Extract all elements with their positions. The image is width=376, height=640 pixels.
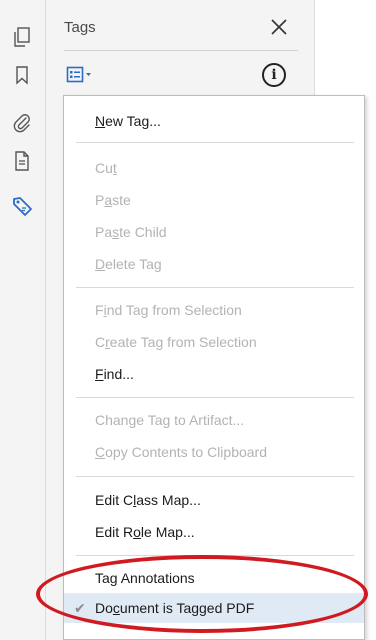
menu-item-label-post: eate Tag from Selection [109,334,257,350]
bookmark-icon[interactable] [8,61,36,89]
info-button[interactable]: i [262,63,286,87]
menu-item-label-pre: Edit R [95,524,134,540]
menu-item-label-u: D [95,256,106,272]
menu-item-edit-role-map[interactable]: Edit Role Map... [64,517,364,547]
options-context-menu: New Tag... Cut Paste Paste Child Delete … [63,95,365,640]
menu-item-label-post: ew Tag... [105,113,161,129]
menu-item-label-pre: Cu [95,160,113,176]
attachment-icon[interactable] [8,109,36,137]
document-properties-icon[interactable] [8,147,36,175]
menu-item-label-u: g [109,570,118,586]
menu-item-find[interactable]: Find... [64,359,364,389]
panel-title: Tags [64,19,96,36]
close-button[interactable] [268,16,290,38]
menu-item-delete-tag: Delete Tag [64,249,364,279]
menu-item-label-u: a [104,192,113,208]
menu-item-label-post: te Child [119,224,167,240]
options-menu-icon [66,66,91,83]
menu-separator [76,287,354,288]
menu-item-label-u: c [112,600,120,616]
menu-item-label-post: nd Tag from Selection [106,302,242,318]
menu-item-label-u: o [133,524,141,540]
menu-separator [76,476,354,477]
menu-item-new-tag[interactable]: New Tag... [64,106,364,136]
menu-item-tag-annotations[interactable]: Tag Annotations [64,563,364,593]
menu-item-label-pre: Ta [95,570,110,586]
menu-item-label-pre: C [95,334,106,350]
menu-item-label-post: ste [112,192,131,208]
menu-item-label-pre: P [95,192,105,208]
menu-item-label-post: Annotations [117,570,195,586]
menu-item-label-pre: Do [95,600,113,616]
menu-item-label-u: N [95,113,106,129]
menu-item-document-is-tagged-pdf[interactable]: ✔ Document is Tagged PDF [64,593,364,623]
menu-item-create-tag-from-selection: Create Tag from Selection [64,327,364,357]
menu-item-label-post: elete Tag [105,256,162,272]
menu-item-cut: Cut [64,153,364,183]
title-divider [64,50,298,51]
menu-item-copy-contents-to-clipboard: Copy Contents to Clipboard [64,437,364,467]
checkmark-icon: ✔ [74,600,86,616]
menu-item-label-u: F [95,366,104,382]
info-icon: i [271,67,277,83]
menu-item-label-post: opy Contents to Clipboard [105,444,267,460]
menu-item-label-pre: Pa [95,224,113,240]
menu-item-paste-child: Paste Child [64,217,364,247]
menu-item-label-pre: F [95,302,104,318]
pages-icon[interactable] [8,23,36,51]
options-menu-button[interactable] [66,64,102,86]
menu-item-paste: Paste [64,185,364,215]
menu-item-label-pre: Chan [95,412,129,428]
menu-separator [76,397,354,398]
left-tool-rail [0,0,46,640]
menu-item-label-u: C [95,444,106,460]
menu-item-label-post: le Map... [140,524,195,540]
menu-item-label-post: e Tag to Artifact... [136,412,245,428]
menu-item-label-post: ass Map... [136,492,201,508]
tag-icon[interactable] [8,192,36,220]
menu-separator [76,555,354,556]
menu-item-label-post: ument is Tagged PDF [119,600,255,616]
menu-item-find-tag-from-selection: Find Tag from Selection [64,295,364,325]
close-icon [271,19,287,35]
menu-item-label-post: ind... [103,366,134,382]
menu-item-label-u: t [112,160,117,176]
menu-item-change-tag-to-artifact: Change Tag to Artifact... [64,405,364,435]
menu-separator [76,142,354,143]
menu-item-edit-class-map[interactable]: Edit Class Map... [64,485,364,515]
menu-item-label-pre: Edit C [95,492,134,508]
